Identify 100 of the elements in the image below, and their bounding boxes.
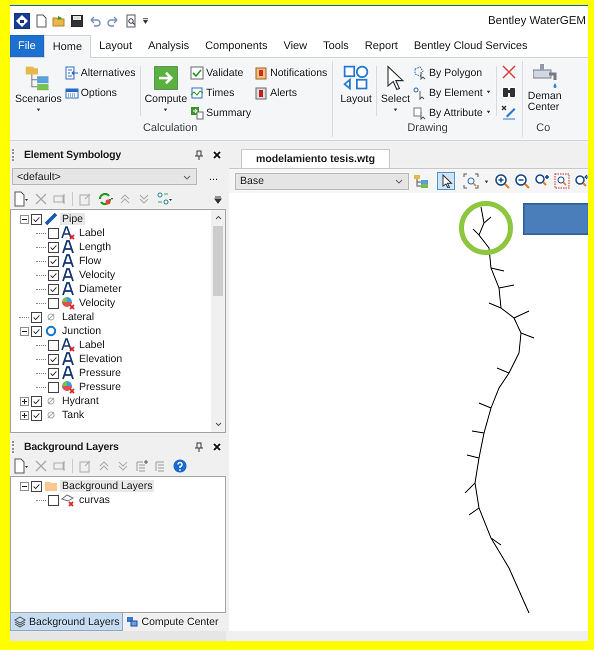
scroll-down-icon[interactable]	[214, 420, 222, 429]
panel-tab[interactable]: Background Layers	[10, 613, 124, 631]
tree-item[interactable]: Hydrant	[60, 395, 101, 407]
ribbon-tab[interactable]: File	[10, 35, 44, 57]
caret-icon[interactable]	[483, 178, 490, 184]
tree-item[interactable]: Flow	[77, 255, 104, 267]
by-polygon-button[interactable]: By Polygon	[413, 64, 492, 81]
demand-center-button[interactable]: Deman Center	[528, 62, 562, 122]
ribbon-tab[interactable]: Bentley Cloud Services	[406, 35, 536, 57]
customize-caret-icon[interactable]	[142, 17, 149, 24]
ribbon-tab[interactable]: Report	[356, 35, 406, 57]
delete-icon[interactable]	[500, 64, 517, 80]
tree-item[interactable]: Label	[77, 227, 107, 239]
tree-item[interactable]: Background Layers	[60, 480, 154, 492]
pin-icon[interactable]	[194, 442, 204, 452]
scrollbar-thumb[interactable]	[213, 226, 223, 296]
options-button[interactable]: Options	[64, 84, 136, 101]
checkbox[interactable]	[31, 410, 42, 420]
scroll-up-icon[interactable]	[214, 213, 222, 222]
tree-item[interactable]: Velocity	[77, 297, 118, 309]
tree-item[interactable]: Pipe	[60, 213, 86, 225]
alternatives-button[interactable]: Alternatives	[64, 64, 136, 81]
alerts-button[interactable]: Alerts	[254, 84, 328, 101]
document-tab[interactable]: modelamiento tesis.wtg	[241, 149, 390, 168]
close-icon[interactable]	[212, 442, 222, 452]
add-layer-icon[interactable]	[135, 459, 149, 473]
checkbox[interactable]	[48, 368, 59, 378]
new-icon[interactable]	[13, 458, 29, 474]
checkbox[interactable]	[48, 284, 59, 294]
new-icon[interactable]	[13, 191, 29, 207]
pen-icon[interactable]	[500, 104, 517, 120]
checkbox[interactable]	[48, 494, 59, 506]
close-icon[interactable]	[212, 150, 222, 160]
tree-item[interactable]: Velocity	[77, 269, 118, 281]
select-tool-button[interactable]	[437, 172, 455, 190]
by-element-button[interactable]: By Element	[413, 84, 492, 101]
refresh-icon[interactable]	[97, 191, 113, 207]
collapse-icon[interactable]	[20, 214, 28, 224]
caret-icon	[484, 109, 492, 116]
ribbon-tab[interactable]: Layout	[91, 35, 140, 57]
tree-item[interactable]: Length	[77, 241, 114, 253]
tree-item[interactable]: Junction	[60, 325, 104, 337]
panel-tab[interactable]: Compute Center	[123, 613, 222, 631]
checkbox[interactable]	[31, 214, 42, 224]
checkbox[interactable]	[48, 242, 59, 252]
times-button[interactable]: Times	[190, 84, 252, 101]
collapse-icon[interactable]	[20, 482, 28, 490]
checkbox[interactable]	[48, 340, 59, 350]
tree-item[interactable]: Lateral	[60, 311, 96, 323]
ribbon-tab[interactable]: Analysis	[140, 35, 198, 57]
print-preview-icon[interactable]	[124, 14, 138, 28]
checkbox[interactable]	[48, 298, 59, 308]
pin-icon[interactable]	[194, 150, 204, 160]
zoom-window-icon[interactable]	[554, 173, 570, 189]
ribbon-tab[interactable]: Components	[197, 35, 276, 57]
checkbox[interactable]	[48, 382, 59, 392]
save-icon[interactable]	[70, 14, 84, 28]
layout-button[interactable]: Layout	[340, 62, 372, 122]
scenarios-button[interactable]: Scenarios	[15, 62, 62, 122]
select-button[interactable]: Select	[380, 62, 410, 122]
overflow-icon[interactable]	[213, 194, 223, 204]
checkbox[interactable]	[31, 480, 42, 492]
ribbon-tab[interactable]: Tools	[315, 35, 357, 57]
expand-icon[interactable]	[20, 396, 28, 406]
zoom-in-icon[interactable]	[494, 173, 510, 189]
tree-item[interactable]: Tank	[60, 409, 86, 421]
compute-button[interactable]: Compute	[144, 62, 188, 122]
tree-item[interactable]: Pressure	[77, 381, 124, 393]
zoom-extents-icon[interactable]	[463, 173, 479, 189]
tree-item[interactable]: Label	[77, 339, 107, 351]
sort-icon[interactable]	[156, 191, 172, 207]
tree-item[interactable]: Pressure	[77, 367, 124, 379]
symbology-dropdown[interactable]: <default>	[12, 168, 197, 185]
validate-button[interactable]: Validate	[190, 64, 252, 81]
checkbox[interactable]	[48, 354, 59, 364]
help-icon[interactable]	[173, 459, 187, 473]
checkbox[interactable]	[31, 396, 42, 406]
tree-item[interactable]: Elevation	[77, 353, 124, 365]
scenario-dropdown[interactable]: Base	[235, 172, 409, 190]
new-file-icon[interactable]	[34, 14, 48, 28]
group-label: Drawing	[406, 122, 449, 136]
checkbox[interactable]	[48, 256, 59, 266]
checkbox[interactable]	[48, 270, 59, 280]
tree-item[interactable]: curvas	[77, 494, 112, 506]
open-folder-icon[interactable]	[52, 14, 66, 28]
zoom-previous-icon[interactable]	[574, 173, 588, 189]
tree-item[interactable]: Diameter	[77, 283, 124, 295]
ribbon-tab[interactable]: View	[275, 35, 316, 57]
zoom-out-icon[interactable]	[514, 173, 530, 189]
checkbox[interactable]	[48, 228, 59, 238]
checkbox[interactable]	[31, 326, 42, 336]
more-button[interactable]: ...	[202, 170, 224, 182]
hierarchy-icon[interactable]	[413, 173, 429, 189]
checkbox[interactable]	[31, 312, 42, 322]
ribbon-tab[interactable]: Home	[44, 35, 92, 58]
expand-icon[interactable]	[20, 410, 28, 420]
notifications-button[interactable]: Notifications	[254, 64, 328, 81]
summary-button[interactable]: Summary	[190, 104, 252, 121]
collapse-icon[interactable]	[20, 326, 28, 336]
by-attribute-button[interactable]: By Attribute	[413, 104, 492, 121]
